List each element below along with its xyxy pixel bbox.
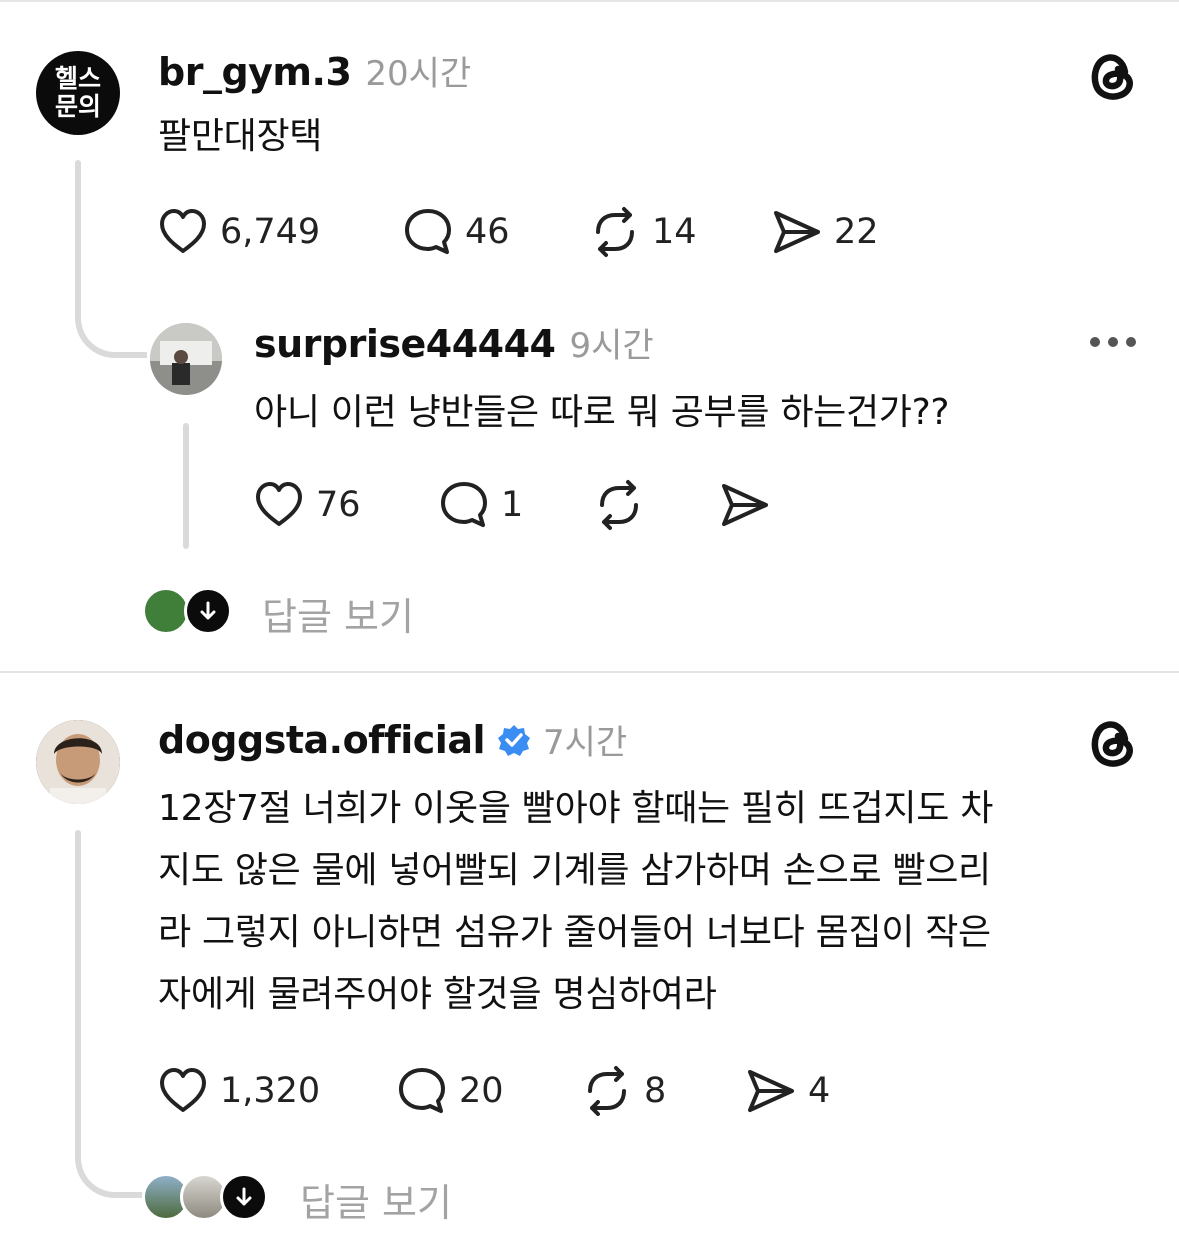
timestamp: 20시간 — [365, 54, 472, 94]
repost-button[interactable] — [592, 478, 646, 532]
like-button[interactable]: 1,320 — [156, 1064, 320, 1118]
repost-icon — [596, 207, 634, 257]
post-text-line: 자에게 물려주어야 할것을 명심하여라 — [158, 974, 717, 1015]
reply-header: surprise44444 9시간 — [254, 318, 654, 367]
avatar-text: 헬스 — [54, 64, 101, 93]
like-count: 1,320 — [220, 1071, 321, 1111]
heart-icon — [160, 1068, 206, 1112]
username[interactable]: br_gym.3 — [158, 50, 352, 94]
comment-icon — [399, 1068, 445, 1113]
comment-count: 46 — [465, 212, 510, 252]
username[interactable]: doggsta.official — [158, 718, 486, 762]
avatar-text: 문의 — [54, 92, 101, 121]
username[interactable]: surprise44444 — [254, 322, 556, 366]
timestamp: 7시간 — [543, 723, 628, 763]
repost-icon — [600, 480, 638, 530]
comment-count: 20 — [459, 1071, 504, 1111]
thread-line — [75, 830, 81, 1150]
post-header: br_gym.3 20시간 — [158, 46, 471, 95]
share-count: 22 — [834, 212, 879, 252]
share-count: 4 — [808, 1071, 831, 1111]
repost-count: 14 — [652, 212, 697, 252]
like-button[interactable]: 76 — [252, 478, 361, 532]
threads-logo-icon[interactable] — [1087, 716, 1141, 770]
post-text-line: 라 그렇지 아니하면 섬유가 줄어들어 너보다 몸집이 작은 — [158, 912, 991, 953]
repost-button[interactable]: 14 — [588, 205, 697, 259]
avatar-br-gym[interactable]: 헬스 문의 — [36, 51, 120, 135]
heart-icon — [256, 482, 302, 526]
share-icon — [774, 211, 820, 253]
reply-text: 아니 이런 냥반들은 따로 뭐 공부를 하는건가?? — [254, 392, 950, 433]
replier-avatar — [142, 587, 190, 635]
thread-line — [183, 423, 189, 549]
like-count: 76 — [316, 485, 361, 525]
comment-icon — [441, 482, 487, 527]
post-text: 팔만대장택 — [158, 116, 323, 157]
thread-connector — [75, 300, 147, 358]
avatar-doggsta[interactable] — [36, 720, 120, 804]
arrow-down-icon[interactable] — [184, 587, 232, 635]
repost-button[interactable]: 8 — [580, 1064, 666, 1118]
share-button[interactable] — [718, 478, 772, 532]
post-divider — [0, 671, 1179, 673]
view-replies-link[interactable]: 답글 보기 — [300, 1172, 452, 1227]
threads-logo-icon[interactable] — [1087, 49, 1141, 103]
view-replies-link[interactable]: 답글 보기 — [262, 586, 414, 641]
avatar-surprise44444[interactable] — [150, 323, 222, 395]
like-button[interactable]: 6,749 — [156, 205, 320, 259]
like-count: 6,749 — [220, 212, 321, 252]
post-header: doggsta.official 7시간 — [158, 715, 627, 764]
repost-count: 8 — [644, 1071, 667, 1111]
post-text: 12장7절 너희가 이옷을 빨아야 할때는 필히 뜨겁지도 차 지도 않은 물에… — [158, 778, 1158, 1026]
arrow-down-icon[interactable] — [220, 1173, 268, 1221]
thread-connector — [75, 1140, 147, 1198]
heart-icon — [160, 209, 206, 253]
post-text-line: 지도 않은 물에 넣어빨되 기계를 삼가하며 손으로 빨으리 — [158, 850, 991, 891]
post-text-line: 12장7절 너희가 이옷을 빨아야 할때는 필히 뜨겁지도 차 — [158, 788, 994, 829]
more-icon[interactable] — [1090, 330, 1142, 354]
thread-line — [75, 160, 81, 310]
comment-button[interactable]: 46 — [401, 205, 510, 259]
comment-button[interactable]: 1 — [437, 478, 523, 532]
timestamp: 9시간 — [569, 326, 654, 366]
share-button[interactable]: 22 — [770, 205, 879, 259]
comment-icon — [405, 209, 451, 254]
repost-icon — [588, 1066, 626, 1116]
top-divider — [0, 0, 1179, 2]
comment-count: 1 — [501, 485, 524, 525]
share-icon — [722, 484, 768, 526]
comment-button[interactable]: 20 — [395, 1064, 504, 1118]
verified-badge-icon — [498, 724, 530, 756]
share-icon — [748, 1070, 794, 1112]
share-button[interactable]: 4 — [744, 1064, 830, 1118]
